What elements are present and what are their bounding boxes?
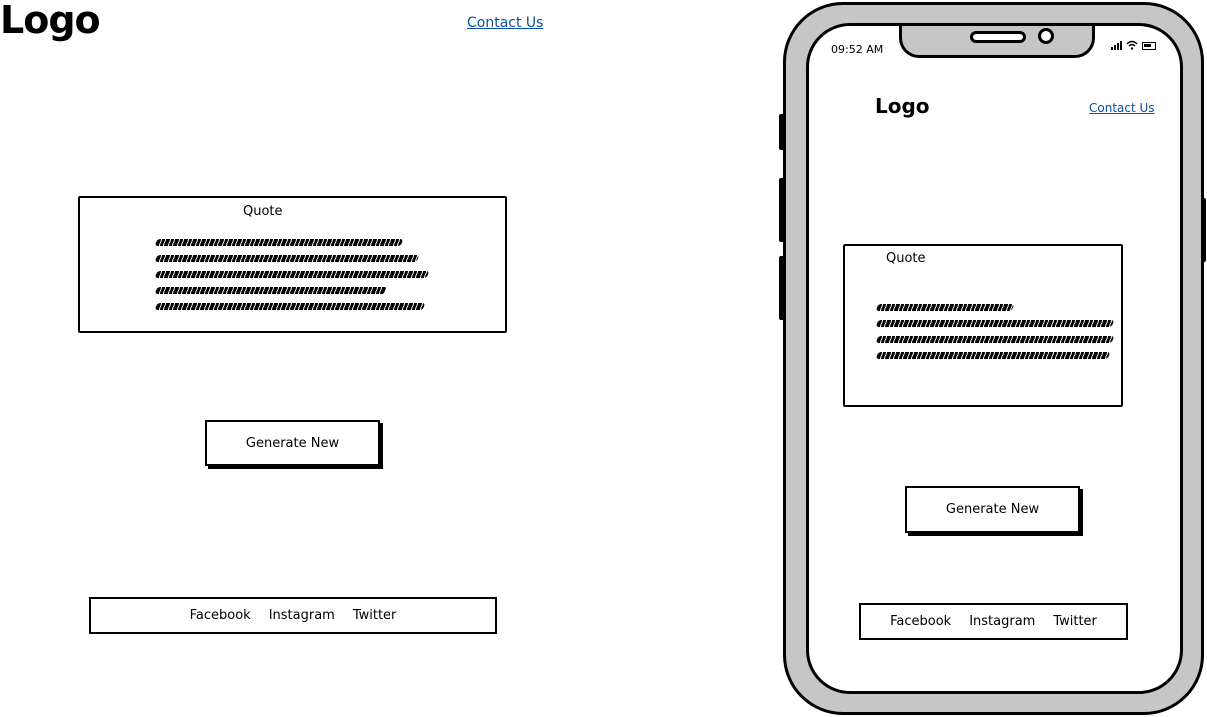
instagram-link[interactable]: Instagram bbox=[269, 608, 335, 623]
contact-us-link[interactable]: Contact Us bbox=[1089, 101, 1155, 115]
quote-title: Quote bbox=[886, 251, 926, 266]
logo[interactable]: Logo bbox=[875, 94, 930, 118]
generate-new-button[interactable]: Generate New bbox=[905, 486, 1080, 533]
quote-text-placeholder bbox=[154, 239, 430, 319]
logo[interactable]: Logo bbox=[0, 0, 101, 42]
speaker-icon bbox=[970, 31, 1026, 43]
contact-us-link[interactable]: Contact Us bbox=[467, 15, 543, 31]
quote-box: Quote bbox=[78, 196, 507, 333]
social-footer: Facebook Instagram Twitter bbox=[89, 597, 497, 634]
facebook-link[interactable]: Facebook bbox=[890, 614, 951, 629]
wifi-icon bbox=[1126, 40, 1138, 50]
twitter-link[interactable]: Twitter bbox=[353, 608, 397, 623]
phone-screen: 09:52 AM Logo Contact Us Quote Generate … bbox=[806, 23, 1183, 694]
twitter-link[interactable]: Twitter bbox=[1053, 614, 1097, 629]
battery-icon bbox=[1142, 42, 1156, 50]
facebook-link[interactable]: Facebook bbox=[190, 608, 251, 623]
camera-icon bbox=[1038, 28, 1054, 44]
social-footer: Facebook Instagram Twitter bbox=[859, 603, 1128, 640]
quote-box: Quote bbox=[843, 244, 1123, 407]
instagram-link[interactable]: Instagram bbox=[969, 614, 1035, 629]
status-icons bbox=[1111, 40, 1156, 50]
signal-icon bbox=[1111, 41, 1122, 50]
phone-frame: 09:52 AM Logo Contact Us Quote Generate … bbox=[783, 2, 1204, 715]
status-time: 09:52 AM bbox=[831, 43, 884, 56]
generate-new-button[interactable]: Generate New bbox=[205, 420, 380, 466]
quote-text-placeholder bbox=[875, 304, 1115, 368]
quote-title: Quote bbox=[243, 204, 283, 219]
phone-notch bbox=[899, 26, 1095, 58]
